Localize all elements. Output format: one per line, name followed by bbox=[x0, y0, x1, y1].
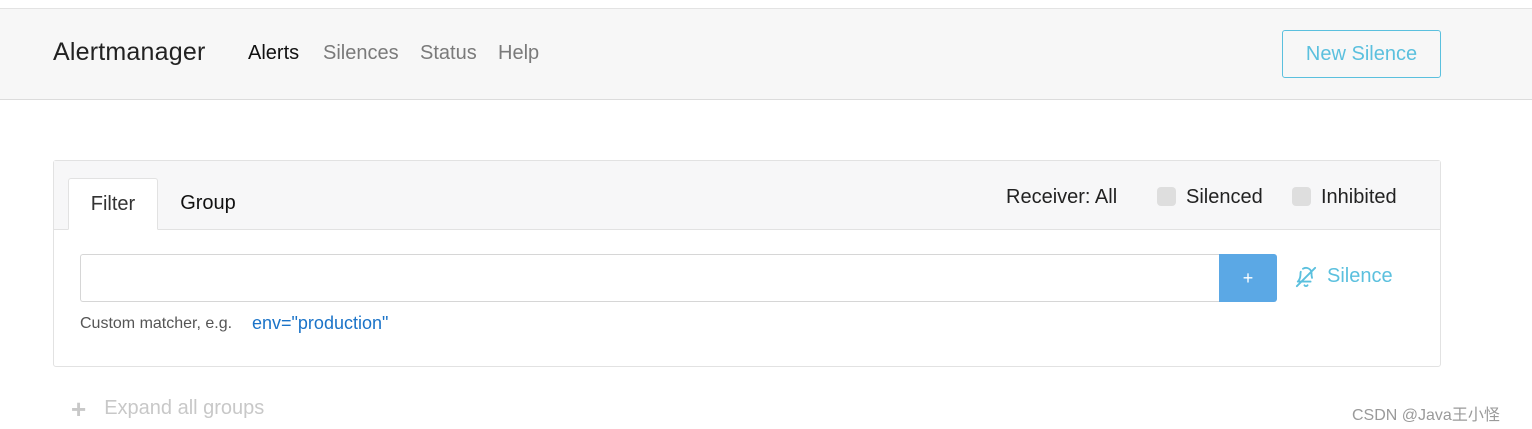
watermark: CSDN @Java王小怪 bbox=[1352, 407, 1500, 424]
bell-slash-icon bbox=[1295, 266, 1317, 287]
inhibited-label: Inhibited bbox=[1321, 186, 1397, 208]
new-silence-button[interactable]: New Silence bbox=[1282, 30, 1441, 78]
nav-silences[interactable]: Silences bbox=[323, 42, 399, 65]
plus-icon: + bbox=[71, 393, 87, 424]
nav-alerts[interactable]: Alerts bbox=[248, 42, 299, 65]
page: Alertmanager Alerts Silences Status Help… bbox=[0, 0, 1532, 429]
receiver-selector[interactable]: Receiver: All bbox=[1006, 186, 1117, 209]
brand-title[interactable]: Alertmanager bbox=[53, 38, 205, 67]
inhibited-toggle[interactable]: Inhibited bbox=[1292, 186, 1397, 209]
silenced-label: Silenced bbox=[1186, 186, 1263, 208]
matcher-input[interactable] bbox=[80, 254, 1219, 302]
silenced-checkbox[interactable] bbox=[1157, 187, 1176, 206]
silence-label: Silence bbox=[1327, 265, 1393, 287]
expand-all-label: Expand all groups bbox=[104, 397, 265, 419]
filter-card: Filter Group Receiver: All Silenced Inhi… bbox=[53, 160, 1441, 367]
filter-card-header: Filter Group Receiver: All Silenced Inhi… bbox=[54, 161, 1440, 230]
silenced-toggle[interactable]: Silenced bbox=[1157, 186, 1263, 209]
nav-help[interactable]: Help bbox=[498, 42, 539, 65]
silence-link[interactable]: Silence bbox=[1295, 265, 1393, 288]
matcher-example-link[interactable]: env="production" bbox=[252, 313, 388, 334]
nav-status[interactable]: Status bbox=[420, 42, 477, 65]
top-navbar: Alertmanager Alerts Silences Status Help… bbox=[0, 8, 1532, 100]
matcher-hint: Custom matcher, e.g. bbox=[80, 315, 233, 332]
expand-all-groups[interactable]: + Expand all groups bbox=[71, 393, 265, 424]
tab-filter[interactable]: Filter bbox=[68, 178, 158, 230]
add-matcher-button[interactable]: + bbox=[1219, 254, 1277, 302]
inhibited-checkbox[interactable] bbox=[1292, 187, 1311, 206]
tab-group[interactable]: Group bbox=[164, 178, 252, 230]
